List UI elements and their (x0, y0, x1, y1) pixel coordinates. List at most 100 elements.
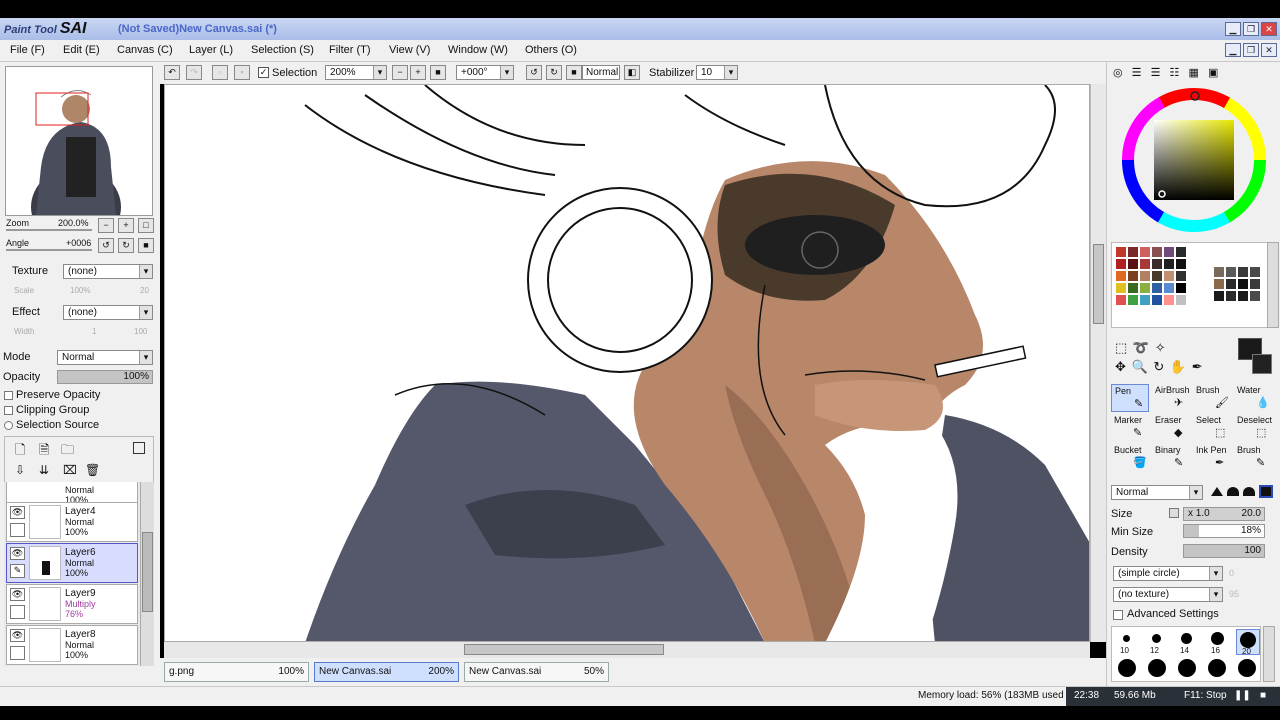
selection-source-radio[interactable] (4, 421, 13, 430)
rotate-left-toolbar-button[interactable]: ↺ (526, 65, 542, 80)
view-mode-box[interactable]: Normal (582, 65, 620, 80)
rect-select-icon[interactable]: ⬚ (1115, 340, 1127, 355)
color-swatch[interactable] (1176, 271, 1186, 281)
color-swatch[interactable] (1238, 279, 1248, 289)
tool-eraser[interactable]: Eraser ◆ (1152, 414, 1190, 442)
new-folder-icon[interactable]: 🗀 (61, 441, 74, 463)
size-lock-toggle[interactable] (1169, 508, 1179, 518)
brush-size-scrollbar[interactable] (1263, 626, 1275, 682)
clear-layer-icon[interactable]: ⌧ (63, 463, 77, 477)
tool-marker[interactable]: Marker ✎ (1111, 414, 1149, 442)
doc-close-button[interactable]: ✕ (1261, 43, 1277, 57)
layer-lock-toggle[interactable] (10, 605, 25, 619)
color-swatch[interactable] (1176, 283, 1186, 293)
effect-dropdown[interactable]: (none) (63, 305, 153, 320)
invert-selection-button[interactable]: ▪ (234, 65, 250, 80)
color-swatch[interactable] (1116, 283, 1126, 293)
move-icon[interactable]: ✥ (1115, 359, 1126, 374)
visibility-eye-icon[interactable]: 👁 (10, 547, 25, 560)
size-preset-dot[interactable] (1148, 659, 1166, 677)
tool-bucket[interactable]: Bucket 🪣 (1111, 444, 1149, 472)
tool-water[interactable]: Water 💧 (1234, 384, 1272, 412)
intermediate-color-mode-icon[interactable]: ☷ (1170, 67, 1180, 79)
angle-slider[interactable] (6, 249, 92, 251)
color-swatch[interactable] (1116, 247, 1126, 257)
maximize-button[interactable]: ❐ (1243, 22, 1259, 36)
drawing-canvas[interactable] (164, 84, 1090, 642)
brush-texture-dropdown[interactable]: (no texture) (1113, 587, 1223, 602)
color-swatch[interactable] (1238, 267, 1248, 277)
navigator-preview[interactable] (5, 66, 153, 247)
rotate-icon[interactable]: ↻ (1153, 359, 1164, 374)
menu-window[interactable]: Window (W) (448, 44, 508, 56)
tool-select[interactable]: Select ⬚ (1193, 414, 1231, 442)
rotate-reset-toolbar-button[interactable]: ■ (566, 65, 582, 80)
color-swatch[interactable] (1128, 247, 1138, 257)
visibility-eye-icon[interactable]: 👁 (10, 629, 25, 642)
pen-edit-icon[interactable]: ✎ (10, 564, 25, 578)
color-swatch[interactable] (1164, 295, 1174, 305)
zoom-slider[interactable] (6, 229, 92, 231)
layer-lock-toggle[interactable] (10, 646, 25, 660)
rotate-left-button[interactable]: ↺ (98, 238, 114, 253)
color-swatch[interactable] (1214, 291, 1224, 301)
zoom-out-button[interactable]: − (98, 218, 114, 233)
tool-airbrush[interactable]: AirBrush ✈ (1152, 384, 1190, 412)
color-swatch[interactable] (1176, 259, 1186, 269)
pause-icon[interactable]: ❚❚ (1234, 690, 1251, 701)
size-preset-12-dot[interactable] (1152, 634, 1161, 643)
clipping-group-checkbox[interactable] (4, 406, 13, 415)
color-swatch[interactable] (1140, 271, 1150, 281)
size-preset-14-dot[interactable] (1181, 633, 1192, 644)
tip-soft-icon[interactable] (1243, 487, 1255, 496)
color-wheel[interactable] (1119, 84, 1269, 236)
tool-pen[interactable]: Pen ✎ (1111, 384, 1149, 412)
menu-filter[interactable]: Filter (T) (329, 44, 371, 56)
swatch-mode-icon[interactable]: ▦ (1188, 67, 1198, 79)
rgb-slider-mode-icon[interactable]: ☰ (1132, 67, 1142, 79)
brush-blend-dropdown[interactable]: Normal (1111, 485, 1203, 500)
scratchpad-mode-icon[interactable]: ▣ (1208, 67, 1218, 79)
layer-item-layer6[interactable]: 👁 ✎ Layer6 Normal 100% (6, 543, 138, 583)
color-swatch[interactable] (1116, 259, 1126, 269)
zoom-dropdown[interactable]: 200% (325, 65, 387, 80)
magic-wand-icon[interactable]: ✧ (1155, 340, 1166, 355)
rotate-reset-button[interactable]: ■ (138, 238, 154, 253)
zoom-in-button[interactable]: + (118, 218, 134, 233)
tab-new-canvas-50[interactable]: New Canvas.sai 50% (464, 662, 609, 682)
size-preset-20-selected[interactable]: 20 (1236, 629, 1260, 656)
hand-icon[interactable]: ✋ (1170, 359, 1186, 374)
layer-item-layer8[interactable]: 👁 Layer8 Normal 100% (6, 625, 138, 665)
menu-view[interactable]: View (V) (389, 44, 430, 56)
size-preset-dot[interactable] (1118, 659, 1136, 677)
color-swatch[interactable] (1250, 279, 1260, 289)
canvas-horizontal-scrollbar[interactable] (164, 642, 1090, 658)
visibility-eye-icon[interactable]: 👁 (10, 588, 25, 601)
tip-hard-icon[interactable] (1211, 487, 1223, 496)
tab-new-canvas-200[interactable]: New Canvas.sai 200% (314, 662, 459, 682)
color-swatch[interactable] (1152, 283, 1162, 293)
size-preset-10-dot[interactable] (1123, 635, 1130, 642)
redo-button[interactable]: ↷ (186, 65, 202, 80)
size-preset-dot[interactable] (1238, 659, 1256, 677)
layer-item-layer4[interactable]: 👁 Layer4 Normal 100% (6, 502, 138, 542)
color-swatch[interactable] (1128, 271, 1138, 281)
color-swatch[interactable] (1214, 279, 1224, 289)
layer-item-layer9[interactable]: 👁 Layer9 Multiply 76% (6, 584, 138, 624)
layer-mask-icon[interactable] (133, 442, 145, 454)
density-slider[interactable]: 100 (1183, 544, 1265, 558)
color-swatch[interactable] (1116, 295, 1126, 305)
close-button[interactable]: ✕ (1261, 22, 1277, 36)
zoom-icon[interactable]: 🔍 (1132, 359, 1148, 374)
layer-lock-toggle[interactable] (10, 523, 25, 537)
color-swatch[interactable] (1116, 271, 1126, 281)
size-preset-dot[interactable] (1178, 659, 1196, 677)
texture-dropdown[interactable]: (none) (63, 264, 153, 279)
color-swatch[interactable] (1140, 247, 1150, 257)
horizontal-scroll-thumb[interactable] (464, 644, 664, 655)
deselect-button[interactable]: ▫ (212, 65, 228, 80)
color-swatch[interactable] (1176, 295, 1186, 305)
color-swatch[interactable] (1152, 271, 1162, 281)
color-swatch[interactable] (1140, 295, 1150, 305)
undo-button[interactable]: ↶ (164, 65, 180, 80)
